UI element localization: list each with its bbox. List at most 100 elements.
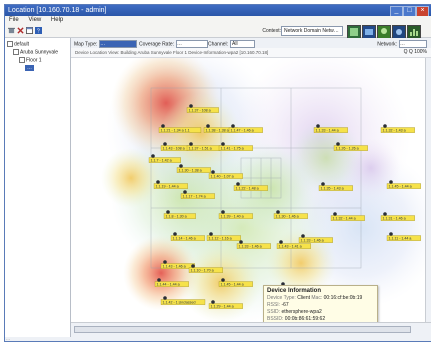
network-control: Network:…: [377, 40, 427, 48]
access-point-icon[interactable]: [163, 296, 167, 300]
help-icon[interactable]: ?: [35, 27, 42, 34]
menu-file[interactable]: File: [9, 17, 19, 23]
access-point-icon[interactable]: [389, 232, 393, 236]
access-point-icon[interactable]: [221, 278, 225, 282]
horizontal-scrollbar[interactable]: [74, 326, 411, 333]
vertical-scrollbar[interactable]: [425, 58, 431, 323]
device-label: 1.1.14 - 1.46 a: [173, 236, 196, 240]
menu-help[interactable]: Help: [51, 17, 63, 23]
device-label: 1.1.32 - 1.43 a: [383, 128, 406, 132]
settings-icon[interactable]: [392, 25, 406, 39]
toolbar: ? Context: Network Domain Netw…: [5, 25, 431, 39]
device-label: 1.1.21 - 1.34 a 1.1: [161, 128, 190, 132]
device-label: 1.1.44 - 1.44 a: [157, 282, 180, 286]
menu-bar: File View Help: [5, 16, 431, 25]
access-point-icon[interactable]: [321, 182, 325, 186]
popup-device-type: Device Type: Client Mac: 00:16:cf:be:0b:…: [267, 295, 363, 301]
device-label: 1.1.10 - 1.70 a: [191, 268, 214, 272]
popup-rssi: RSSI: -67: [267, 302, 289, 308]
access-point-icon[interactable]: [383, 124, 387, 128]
tree-item-default[interactable]: default: [7, 41, 29, 47]
access-point-icon[interactable]: [157, 278, 161, 282]
access-point-icon[interactable]: [383, 212, 387, 216]
access-point-icon[interactable]: [231, 124, 235, 128]
access-point-icon[interactable]: [189, 142, 193, 146]
access-point-icon[interactable]: [279, 240, 283, 244]
device-label: 1.1.33 - 1.46 a: [301, 238, 324, 242]
expand-icon[interactable]: [13, 49, 19, 55]
access-point-icon[interactable]: [163, 142, 167, 146]
expand-icon[interactable]: [7, 41, 13, 47]
device-label: 1.1.40 - 1.07 a: [211, 174, 234, 178]
tree-item-campus[interactable]: Aruba Sunnyvale: [13, 49, 58, 55]
device-label: 1.1.29 - 1.44 a: [211, 304, 234, 308]
heatmap-canvas: 1.1.37 - 108 a 1.1.21 - 1.34 a 1.1 1.1.38 …: [71, 58, 431, 323]
access-point-icon[interactable]: [183, 190, 187, 194]
device-label: 1.1.30 - 1.46 a: [276, 214, 299, 218]
access-point-icon[interactable]: [236, 182, 240, 186]
access-point-icon[interactable]: [179, 164, 183, 168]
application-window: Location [10.160.70.18 - admin] _ □ × Fi…: [4, 4, 431, 342]
device-label: 1.1.32 - 1.44 a: [333, 216, 356, 220]
channel-select[interactable]: All: [230, 40, 256, 48]
window-icon[interactable]: [26, 27, 33, 34]
map-type-control: Map Type:…: [74, 40, 138, 48]
access-point-icon[interactable]: [389, 180, 393, 184]
access-point-icon[interactable]: [221, 210, 225, 214]
access-point-icon[interactable]: [211, 300, 215, 304]
access-point-icon[interactable]: [276, 210, 280, 214]
access-point-icon[interactable]: [206, 124, 210, 128]
coverage-select[interactable]: …: [176, 40, 209, 48]
floor-map[interactable]: 1.1.37 - 108 a 1.1.21 - 1.34 a 1.1 1.1.38 …: [71, 58, 431, 323]
popup-title: Device Information: [267, 288, 322, 294]
users-icon[interactable]: [377, 25, 391, 39]
access-point-icon[interactable]: [156, 180, 160, 184]
device-label: 1.1.43 - 1.41 a: [279, 244, 302, 248]
device-label: 1.1.45 - 1.44 a: [389, 184, 412, 188]
device-label: 1.1.38 - 1.38 a: [206, 128, 229, 132]
svg-text:?: ?: [37, 29, 40, 34]
expand-icon[interactable]: [19, 57, 25, 63]
popup-ssid: SSID: ethersphere-wpa2: [267, 309, 322, 315]
access-point-icon[interactable]: [333, 212, 337, 216]
map-icon[interactable]: [362, 25, 376, 39]
refresh-icon[interactable]: [17, 27, 24, 34]
tree-item-floor[interactable]: Floor 1: [19, 57, 42, 63]
status-text: …: [6, 336, 10, 341]
coverage-control: Coverage Rate:…: [139, 40, 209, 48]
status-bar: [71, 322, 431, 337]
device-label: 1.1.17 - 1.74 a: [183, 194, 206, 198]
access-point-icon[interactable]: [239, 240, 243, 244]
delete-icon[interactable]: [8, 27, 15, 34]
device-label: 1.1.45 - 1.44 a: [221, 282, 244, 286]
access-point-icon[interactable]: [161, 124, 165, 128]
access-point-icon[interactable]: [166, 210, 170, 214]
tree-item-selected[interactable]: …: [25, 65, 34, 71]
device-label: 1.1.43 - 1.46 a: [163, 264, 186, 268]
chart-icon[interactable]: [407, 25, 421, 39]
access-point-icon[interactable]: [163, 260, 167, 264]
access-point-icon[interactable]: [191, 264, 195, 268]
device-label: 1.1.19 - 1.44 a: [156, 184, 179, 188]
location-tree: default Aruba Sunnyvale Floor 1 …: [5, 38, 71, 337]
device-label: 1.1.43 - 108 a: [163, 146, 185, 150]
access-point-icon[interactable]: [301, 234, 305, 238]
access-point-icon[interactable]: [209, 232, 213, 236]
access-point-icon[interactable]: [151, 154, 155, 158]
window-title: Location [10.160.70.18 - admin]: [8, 7, 107, 14]
access-point-icon[interactable]: [189, 104, 193, 108]
map-type-select[interactable]: …: [99, 40, 138, 48]
access-point-icon[interactable]: [173, 232, 177, 236]
menu-view[interactable]: View: [28, 17, 41, 23]
access-point-icon[interactable]: [211, 170, 215, 174]
device-label: 1.1.41 - 1.75 a: [221, 146, 244, 150]
device-label: 1.1.30 - 1.38 a: [179, 168, 202, 172]
access-point-icon[interactable]: [336, 142, 340, 146]
context-select[interactable]: Network Domain Netw…: [281, 26, 343, 36]
access-point-icon[interactable]: [221, 142, 225, 146]
topology-icon[interactable]: [347, 25, 361, 39]
network-select[interactable]: …: [399, 40, 427, 48]
access-point-icon[interactable]: [316, 124, 320, 128]
device-label: 1.1.8 - 1.30 a: [166, 214, 187, 218]
zoom-controls[interactable]: Q Q 100%: [404, 49, 427, 55]
